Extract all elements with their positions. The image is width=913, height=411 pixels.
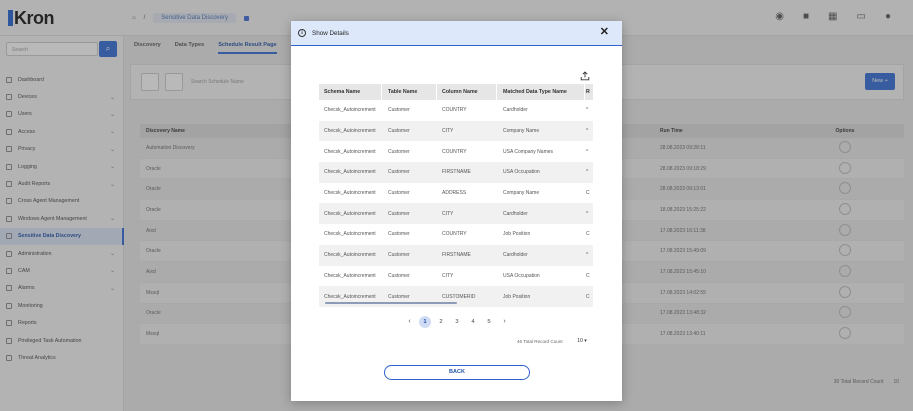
next-page-icon[interactable]: › — [499, 316, 510, 328]
column-name-cell: CUSTOMERID — [442, 293, 476, 300]
column-header-truncated[interactable]: R — [585, 89, 593, 95]
table-name-cell: Customer — [388, 169, 410, 176]
prev-page-icon[interactable]: ‹ — [404, 316, 415, 328]
matched-type-cell: USA Occupation — [503, 272, 540, 279]
truncated-cell: ^ — [586, 252, 589, 259]
schema-name-cell: Checsk_Autoincrement — [324, 169, 376, 176]
page-button[interactable]: 3 — [451, 316, 463, 328]
schema-name-cell: Checsk_Autoincrement — [324, 293, 376, 300]
table-name-cell: Customer — [388, 148, 410, 155]
matched-type-cell: Cardholder — [503, 210, 528, 217]
page-button[interactable]: 1 — [419, 316, 431, 328]
table-row: Checsk_Autoincrement Customer CITY Company … — [319, 120, 593, 142]
pagination: ‹ 1 2 3 4 5 › — [404, 316, 510, 328]
column-name-cell: COUNTRY — [442, 231, 467, 238]
table-row: Checsk_Autoincrement Customer FIRSTNAME Car… — [319, 244, 593, 266]
page-button[interactable]: 2 — [435, 316, 447, 328]
back-button[interactable]: BACK — [384, 365, 530, 380]
matched-type-cell: Cardholder — [503, 252, 528, 259]
truncated-cell: C — [586, 231, 590, 238]
matched-type-cell: Job Position — [503, 293, 531, 300]
page-button[interactable]: 4 — [467, 316, 479, 328]
matched-type-cell: Company Name — [503, 190, 540, 197]
truncated-cell: C — [586, 190, 590, 197]
column-name-cell: CITY — [442, 272, 454, 279]
table-row: Checsk_Autoincrement Customer COUNTRY USA C… — [319, 141, 593, 162]
table-name-cell: Customer — [388, 107, 410, 114]
table-name-cell: Customer — [388, 190, 410, 197]
column-name-cell: COUNTRY — [442, 107, 467, 114]
record-count: 46 Total Record Count — [517, 339, 563, 344]
page-size-select[interactable]: 10 ▾ — [572, 335, 592, 348]
column-name-cell: COUNTRY — [442, 148, 467, 155]
schema-name-cell: Checsk_Autoincrement — [324, 252, 376, 259]
matched-type-cell: USA Occupation — [503, 169, 540, 176]
matched-type-cell: Job Position — [503, 231, 531, 238]
schema-name-cell: Checsk_Autoincrement — [324, 231, 376, 238]
horizontal-scrollbar[interactable] — [325, 302, 457, 304]
table-name-cell: Customer — [388, 272, 410, 279]
table-row: Checsk_Autoincrement Customer COUNTRY Job P… — [319, 224, 593, 245]
table-row: Checsk_Autoincrement Customer CITY USA Occu… — [319, 266, 593, 287]
truncated-cell: C — [586, 272, 590, 279]
table-name-cell: Customer — [388, 210, 410, 217]
show-details-dialog: i Show Details ✕ Schema Name Table Name … — [291, 21, 622, 401]
truncated-cell: C — [586, 293, 590, 300]
truncated-cell: ^ — [586, 169, 589, 176]
column-header-matched-type[interactable]: Matched Data Type Name — [497, 84, 585, 100]
table-name-cell: Customer — [388, 252, 410, 259]
truncated-cell: ^ — [586, 107, 589, 114]
info-icon: i — [298, 29, 306, 37]
schema-name-cell: Checsk_Autoincrement — [324, 128, 376, 135]
table-name-cell: Customer — [388, 293, 410, 300]
table-name-cell: Customer — [388, 231, 410, 238]
close-icon[interactable]: ✕ — [600, 27, 609, 38]
column-header-table[interactable]: Table Name — [382, 84, 437, 100]
table-name-cell: Customer — [388, 128, 410, 135]
schema-name-cell: Checsk_Autoincrement — [324, 107, 376, 114]
column-name-cell: ADDRESS — [442, 190, 467, 197]
schema-name-cell: Checsk_Autoincrement — [324, 148, 376, 155]
matched-type-cell: USA Company Names — [503, 148, 554, 155]
schema-name-cell: Checsk_Autoincrement — [324, 190, 376, 197]
column-name-cell: CITY — [442, 128, 454, 135]
column-name-cell: CITY — [442, 210, 454, 217]
table-header: Schema Name Table Name Column Name Match… — [319, 84, 593, 100]
matched-type-cell: Company Name — [503, 128, 540, 135]
truncated-cell: ^ — [586, 148, 589, 155]
table-row: Checsk_Autoincrement Customer ADDRESS Compa… — [319, 183, 593, 204]
export-icon[interactable] — [580, 71, 590, 81]
schema-name-cell: Checsk_Autoincrement — [324, 272, 376, 279]
table-row: Checsk_Autoincrement Customer COUNTRY Cardh… — [319, 100, 593, 121]
table-row: Checsk_Autoincrement Customer CITY Cardhold… — [319, 203, 593, 225]
matched-type-cell: Cardholder — [503, 107, 528, 114]
details-table: Schema Name Table Name Column Name Match… — [319, 84, 593, 307]
table-row: Checsk_Autoincrement Customer FIRSTNAME USA… — [319, 162, 593, 183]
column-header-column[interactable]: Column Name — [437, 84, 497, 100]
column-name-cell: FIRSTNAME — [442, 169, 471, 176]
truncated-cell: ^ — [586, 210, 589, 217]
schema-name-cell: Checsk_Autoincrement — [324, 210, 376, 217]
dialog-title: Show Details — [312, 29, 349, 37]
column-name-cell: FIRSTNAME — [442, 252, 471, 259]
dialog-header: i Show Details ✕ — [291, 21, 622, 46]
page-button[interactable]: 5 — [483, 316, 495, 328]
truncated-cell: ^ — [586, 128, 589, 135]
column-header-schema[interactable]: Schema Name — [319, 84, 382, 100]
